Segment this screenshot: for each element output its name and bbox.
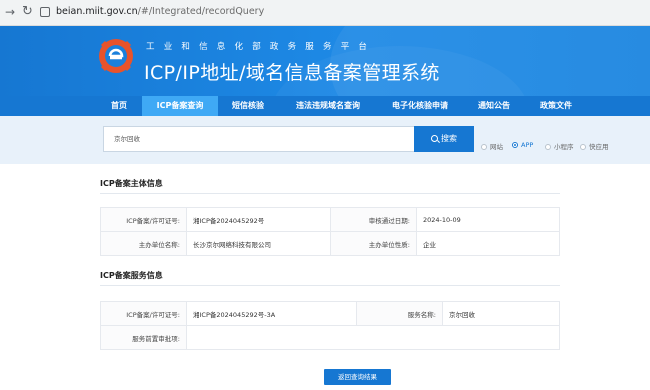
browser-address-bar: → ↻ beian.miit.gov.cn/#/Integrated/recor… (0, 0, 650, 26)
value-license-no: 湘ICP备2024045292号 (186, 207, 331, 232)
nav-item-icp-query[interactable]: ICP备案查询 (142, 96, 218, 116)
value-org-name: 长沙京尔网络科技有限公司 (186, 231, 331, 256)
label-org-name: 主办单位名称: (100, 231, 187, 256)
radio-label: 小程序 (554, 143, 574, 151)
radio-website[interactable]: 网站 (481, 141, 503, 151)
url-host: beian.miit.gov.cn (56, 6, 138, 17)
radio-miniprogram[interactable]: 小程序 (545, 141, 574, 151)
value-service-license-no: 湘ICP备2024045292号-3A (186, 301, 357, 326)
banner-subtitle: 工业和信息化部政务服务平台 (146, 42, 377, 52)
banner-title: ICP/IP地址/域名信息备案管理系统 (144, 62, 440, 84)
radio-quickapp[interactable]: 快应用 (580, 141, 609, 151)
label-license-no: ICP备案/许可证号: (100, 207, 187, 232)
nav-item-sms-verify[interactable]: 短信核验 (218, 96, 278, 116)
table-row: ICP备案/许可证号: 湘ICP备2024045292号-3A 服务名称: 京尔… (100, 301, 560, 326)
radio-dot-icon (545, 144, 551, 150)
search-input[interactable]: 京尔回收 (103, 126, 415, 152)
label-approve-date: 审核通过日期: (330, 207, 417, 232)
main-nav: 首页 ICP备案查询 短信核验 违法违规域名查询 电子化核验申请 通知公告 政策… (0, 96, 650, 116)
table-row: 主办单位名称: 长沙京尔网络科技有限公司 主办单位性质: 企业 (100, 231, 560, 256)
radio-label: 快应用 (589, 143, 609, 151)
radio-label: APP (521, 141, 534, 149)
url-field[interactable]: beian.miit.gov.cn/#/Integrated/recordQue… (56, 6, 264, 17)
section-divider (100, 285, 560, 286)
subject-info-table: ICP备案/许可证号: 湘ICP备2024045292号 审核通过日期: 202… (100, 207, 560, 256)
table-row: 服务前置审批项: (100, 325, 560, 350)
section-divider (100, 193, 560, 194)
site-info-icon[interactable] (40, 7, 50, 17)
value-service-name: 京尔回收 (442, 301, 560, 326)
radio-dot-icon (512, 142, 518, 148)
search-icon (431, 135, 438, 142)
value-prior-approval (186, 325, 560, 350)
nav-item-illegal-domain[interactable]: 违法违规域名查询 (278, 96, 378, 116)
search-button-label: 搜索 (441, 134, 457, 143)
service-info-table: ICP备案/许可证号: 湘ICP备2024045292号-3A 服务名称: 京尔… (100, 301, 560, 350)
label-prior-approval: 服务前置审批项: (100, 325, 187, 350)
radio-dot-icon (580, 144, 586, 150)
miit-logo-icon (99, 39, 133, 73)
radio-dot-icon (481, 144, 487, 150)
table-row: ICP备案/许可证号: 湘ICP备2024045292号 审核通过日期: 202… (100, 207, 560, 232)
radio-label: 网站 (490, 143, 503, 151)
label-org-type: 主办单位性质: (330, 231, 417, 256)
search-button[interactable]: 搜索 (414, 126, 474, 152)
back-arrow-icon[interactable]: → (5, 5, 15, 19)
back-to-results-button[interactable]: 返回查询结果 (324, 369, 391, 385)
section-title-subject: ICP备案主体信息 (100, 179, 163, 188)
url-path: /#/Integrated/recordQuery (137, 6, 265, 17)
nav-item-e-verify[interactable]: 电子化核验申请 (378, 96, 462, 116)
radio-app[interactable]: APP (512, 141, 533, 151)
label-service-name: 服务名称: (356, 301, 443, 326)
value-approve-date: 2024-10-09 (416, 207, 560, 232)
header-banner: 工业和信息化部政务服务平台 ICP/IP地址/域名信息备案管理系统 (0, 26, 650, 96)
nav-item-notices[interactable]: 通知公告 (462, 96, 526, 116)
value-org-type: 企业 (416, 231, 560, 256)
nav-item-policy[interactable]: 政策文件 (526, 96, 586, 116)
reload-icon[interactable]: ↻ (22, 4, 33, 19)
nav-item-home[interactable]: 首页 (96, 96, 142, 116)
section-title-service: ICP备案服务信息 (100, 271, 163, 280)
label-service-license-no: ICP备案/许可证号: (100, 301, 187, 326)
